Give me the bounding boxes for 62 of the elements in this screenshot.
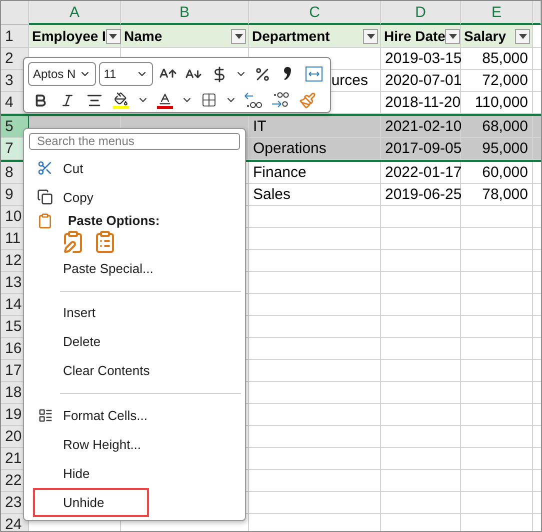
table-cell: IT	[249, 116, 381, 138]
triangle-down-icon	[109, 34, 118, 38]
menu-item[interactable]: Format Cells...	[40, 401, 150, 430]
table-cell: Finance	[249, 162, 381, 184]
table-cell: 78,000	[461, 184, 533, 206]
format-cells-icon	[38, 408, 52, 424]
menu-item[interactable]: Row Height...	[40, 430, 144, 460]
copy-icon	[37, 189, 53, 206]
header-label: Hire Date	[384, 28, 446, 44]
menu-heading: Paste Options:	[68, 213, 160, 228]
header-label: Salary	[464, 28, 506, 44]
menu-item[interactable]: Clear Contents	[40, 356, 152, 386]
header-label: Employee I	[32, 28, 106, 44]
header-label: Name	[124, 28, 162, 44]
triangle-down-icon	[448, 34, 457, 38]
menu-item[interactable]: Delete	[40, 327, 103, 356]
menu-item[interactable]: Unhide	[33, 488, 149, 518]
column-header[interactable]: A	[29, 1, 121, 25]
clipboard-icon	[37, 212, 53, 229]
paste-formatting-icon[interactable]	[61, 230, 85, 254]
header-label: Department	[252, 28, 330, 44]
row-header[interactable]: 24	[1, 514, 29, 531]
filter-button[interactable]	[106, 28, 121, 44]
table-cell: 68,000	[461, 116, 533, 138]
column-header[interactable]: B	[121, 1, 249, 25]
menu-item[interactable]: Copy	[40, 182, 96, 212]
paste-values-icon[interactable]	[93, 230, 117, 254]
menu-item[interactable]: Hide	[40, 459, 92, 488]
filter-button[interactable]	[363, 28, 378, 44]
font-size-dropdown[interactable]: 11	[98, 62, 153, 86]
table-cell: 60,000	[461, 162, 533, 184]
table-cell: 95,000	[461, 138, 533, 160]
table-cell: 2019-06-25	[381, 184, 461, 206]
table-cell: 110,000	[461, 92, 533, 114]
triangle-down-icon	[518, 34, 526, 38]
column-header[interactable]: E	[461, 1, 533, 25]
table-cell: 2019-03-15	[381, 48, 461, 70]
column-header[interactable]	[533, 1, 541, 25]
row-header[interactable]: 1	[1, 25, 29, 48]
menu-item[interactable]: Paste Special...	[40, 254, 156, 283]
font-name-dropdown[interactable]: Aptos N	[28, 62, 96, 86]
column-header[interactable]: D	[381, 1, 461, 25]
menu-item[interactable]: Cut	[40, 154, 86, 183]
triangle-down-icon	[234, 34, 242, 38]
row-header[interactable]: 5	[1, 116, 29, 138]
scissors-icon	[37, 160, 53, 176]
table-cell: Operations	[249, 138, 381, 160]
table-cell: 2018-11-20	[381, 92, 461, 114]
menu-item[interactable]: Insert	[40, 298, 98, 328]
column-header[interactable]: C	[249, 1, 381, 25]
filter-button[interactable]	[445, 28, 460, 44]
table-cell: 2021-02-10	[381, 116, 461, 138]
table-cell: 2022-01-17	[381, 162, 461, 184]
triangle-down-icon	[366, 34, 374, 38]
table-cell: 85,000	[461, 48, 533, 70]
table-cell: Sales	[249, 184, 381, 206]
search-field[interactable]: Search the menus	[29, 133, 240, 150]
table-cell: 72,000	[461, 70, 533, 92]
filter-button[interactable]	[515, 28, 530, 44]
table-cell: 2017-09-05	[381, 138, 461, 160]
table-cell: 2020-07-01	[381, 70, 461, 92]
filter-button[interactable]	[231, 28, 246, 44]
